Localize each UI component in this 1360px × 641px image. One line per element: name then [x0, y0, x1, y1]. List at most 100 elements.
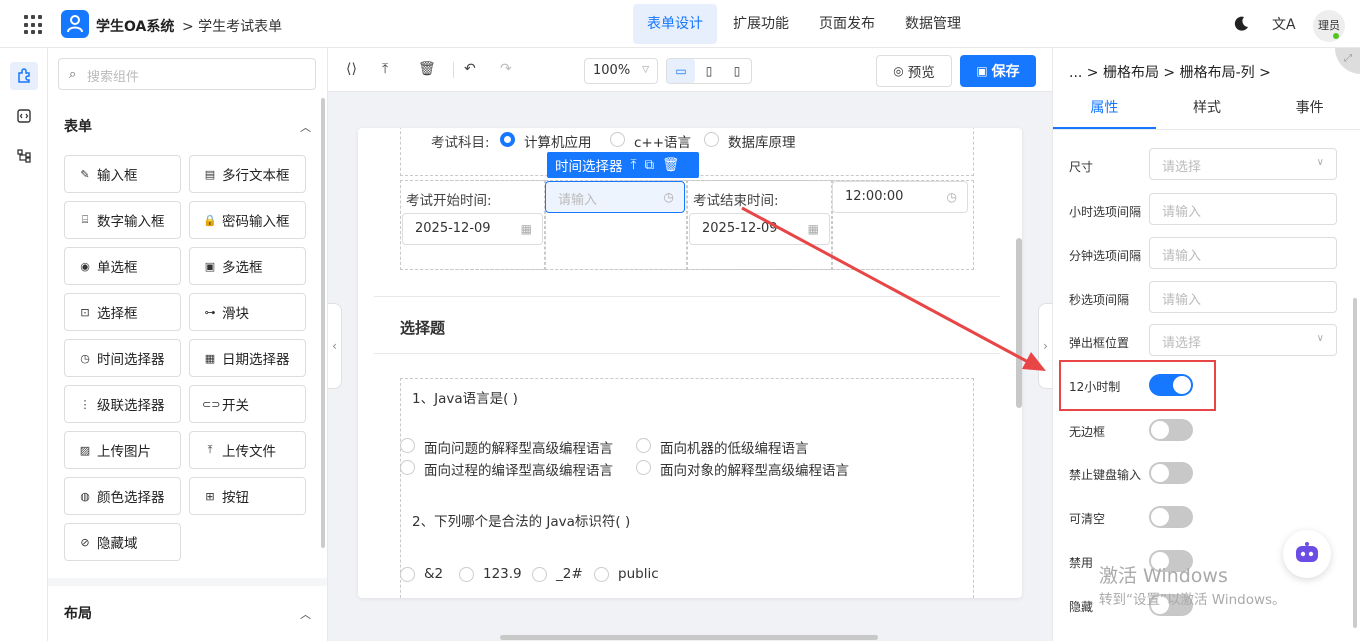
zoom-select[interactable]: 100% ▽: [584, 58, 658, 84]
component-icon: ⊡: [80, 305, 90, 319]
device-switcher: ▭ ▯ ▯: [666, 58, 752, 84]
component-button[interactable]: ◉ 单选框: [64, 247, 181, 285]
online-status-dot: [1333, 33, 1339, 39]
q1-radio-3[interactable]: [400, 460, 415, 475]
property-placeholder: 请输入: [1162, 249, 1202, 264]
properties-scrollbar[interactable]: [1353, 298, 1357, 628]
component-icon: ▤: [204, 167, 216, 181]
property-select[interactable]: 请选择 ∨: [1149, 324, 1337, 356]
start-time-picker[interactable]: 请输入 ◷: [545, 181, 685, 213]
component-button[interactable]: ⊞ 按钮: [189, 477, 306, 515]
component-button[interactable]: ⤒ 上传文件: [189, 431, 306, 469]
property-input[interactable]: 请输入: [1149, 281, 1337, 313]
layout-collapse-caret-icon[interactable]: ︿: [300, 606, 311, 622]
start-date-picker[interactable]: 2025-12-09 ▦: [402, 213, 543, 245]
component-icon: ◍: [80, 489, 90, 503]
dark-mode-moon-icon[interactable]: [1233, 16, 1249, 32]
undo-icon[interactable]: ↶: [464, 61, 476, 77]
subject-radio-3[interactable]: [704, 132, 719, 147]
collapse-left-panel-handle[interactable]: ‹: [328, 303, 342, 389]
start-date-value: 2025-12-09: [415, 221, 491, 236]
rail-code-icon[interactable]: [10, 102, 38, 130]
component-button[interactable]: 🔒 密码输入框: [189, 201, 306, 239]
component-label: 密码输入框: [222, 214, 290, 230]
translate-icon[interactable]: 文A: [1272, 14, 1296, 34]
property-input[interactable]: 请输入: [1149, 237, 1337, 269]
tab-style[interactable]: 样式: [1156, 88, 1259, 129]
q2-radio-2[interactable]: [459, 567, 474, 582]
delete-trash-icon[interactable]: 🗑: [418, 61, 436, 77]
component-button[interactable]: ⋮ 级联选择器: [64, 385, 181, 423]
nav-data-management[interactable]: 数据管理: [891, 4, 975, 44]
end-date-picker[interactable]: 2025-12-09 ▦: [689, 213, 830, 245]
property-placeholder: 请选择: [1162, 336, 1202, 351]
import-upload-icon[interactable]: ⤒: [382, 61, 388, 77]
subject-radio-2[interactable]: [610, 132, 625, 147]
component-button[interactable]: ◍ 颜色选择器: [64, 477, 181, 515]
collapse-caret-icon[interactable]: ︿: [300, 119, 311, 135]
component-button[interactable]: ▣ 多选框: [189, 247, 306, 285]
copy-icon[interactable]: ⧉: [644, 157, 654, 173]
property-input[interactable]: 请输入: [1149, 193, 1337, 225]
save-floppy-icon: ▣: [976, 64, 988, 78]
desktop-icon[interactable]: ▭: [667, 59, 695, 83]
q1-radio-4[interactable]: [636, 460, 651, 475]
q2-radio-4[interactable]: [594, 567, 609, 582]
apps-grid-icon[interactable]: [24, 15, 44, 35]
rail-tree-icon[interactable]: [10, 142, 38, 170]
subject-option-1: 计算机应用: [524, 135, 592, 151]
q2-option-4: public: [618, 566, 659, 582]
properties-breadcrumb[interactable]: ... > 栅格布局 > 栅格布局-列 >: [1069, 62, 1271, 82]
component-button[interactable]: ◷ 时间选择器: [64, 339, 181, 377]
component-button[interactable]: ⊶ 滑块: [189, 293, 306, 331]
breadcrumb[interactable]: > 学生考试表单: [182, 16, 282, 36]
component-button[interactable]: ⊂⊃ 开关: [189, 385, 306, 423]
nav-extensions[interactable]: 扩展功能: [719, 4, 803, 44]
tab-properties[interactable]: 属性: [1053, 88, 1156, 129]
component-button[interactable]: ▤ 多行文本框: [189, 155, 306, 193]
chevron-down-icon: ∨: [1316, 157, 1324, 168]
preview-button[interactable]: ◎ 预览: [876, 55, 952, 87]
calendar-icon: ▦: [520, 222, 532, 236]
component-button[interactable]: ✎ 输入框: [64, 155, 181, 193]
app-logo-icon: [61, 10, 89, 38]
layout-section-title: 布局: [64, 606, 92, 622]
end-time-picker[interactable]: 12:00:00 ◷: [832, 181, 968, 213]
component-button[interactable]: ⊘ 隐藏域: [64, 523, 181, 561]
subject-radio-1[interactable]: [500, 132, 515, 147]
property-select[interactable]: 请选择 ∨: [1149, 148, 1337, 180]
code-view-icon[interactable]: ⟨⟩: [346, 61, 357, 77]
mobile-icon[interactable]: ▯: [723, 59, 751, 83]
q1-radio-1[interactable]: [400, 438, 415, 453]
component-button[interactable]: ⌸ 数字输入框: [64, 201, 181, 239]
q2-radio-3[interactable]: [532, 567, 547, 582]
nav-form-design[interactable]: 表单设计: [633, 4, 717, 44]
redo-icon[interactable]: ↷: [500, 61, 512, 77]
delete-icon[interactable]: 🗑: [662, 157, 679, 173]
assistant-bot-icon[interactable]: [1283, 530, 1331, 578]
q2-radio-1[interactable]: [400, 567, 415, 582]
component-button[interactable]: ▨ 上传图片: [64, 431, 181, 469]
property-switch[interactable]: [1149, 506, 1193, 528]
component-label: 日期选择器: [222, 352, 290, 368]
rail-components-puzzle-icon[interactable]: [10, 62, 38, 90]
component-button[interactable]: ▦ 日期选择器: [189, 339, 306, 377]
component-icon: ▣: [204, 259, 216, 273]
component-label: 多选框: [222, 260, 263, 276]
nav-publish[interactable]: 页面发布: [805, 4, 889, 44]
property-switch[interactable]: [1149, 462, 1193, 484]
fullscreen-corner-icon[interactable]: ⤢: [1335, 48, 1360, 74]
user-avatar[interactable]: 理员: [1313, 10, 1345, 42]
q1-radio-2[interactable]: [636, 438, 651, 453]
property-switch[interactable]: [1149, 419, 1193, 441]
collapse-right-panel-handle[interactable]: ›: [1038, 303, 1052, 389]
tablet-icon[interactable]: ▯: [695, 59, 723, 83]
tab-events[interactable]: 事件: [1258, 88, 1360, 129]
component-panel-scrollbar[interactable]: [321, 98, 325, 548]
move-up-icon[interactable]: ⤒: [631, 157, 637, 173]
canvas-vertical-scrollbar[interactable]: [1016, 238, 1022, 408]
save-button[interactable]: ▣ 保存: [960, 55, 1036, 87]
component-search-input[interactable]: ⌕ 搜索组件: [58, 58, 316, 90]
component-button[interactable]: ⊡ 选择框: [64, 293, 181, 331]
canvas-horizontal-scrollbar[interactable]: [500, 635, 878, 640]
